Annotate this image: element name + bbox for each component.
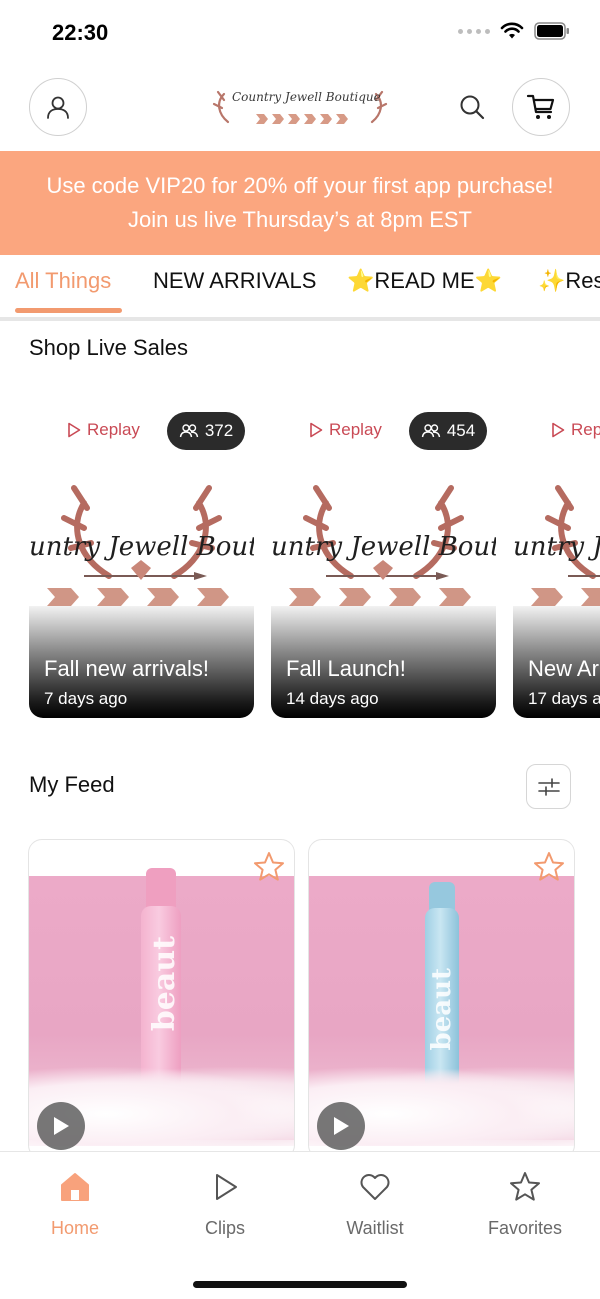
viewers-icon: [179, 424, 199, 438]
home-indicator[interactable]: [193, 1281, 407, 1288]
battery-icon: [534, 22, 569, 40]
nav-home[interactable]: Home: [15, 1170, 135, 1239]
live-card-title: Fall new arrivals!: [44, 656, 210, 681]
replay-label: Replay: [67, 420, 140, 440]
status-time: 22:30: [52, 20, 109, 45]
feed-item[interactable]: beaut: [308, 839, 575, 1159]
play-video-button[interactable]: [37, 1102, 85, 1150]
promo-line-2: Join us live Thursday’s at 8pm EST: [127, 207, 472, 232]
status-bar: 22:30: [0, 0, 600, 64]
live-card-date: 17 days ago: [528, 689, 600, 708]
home-icon: [61, 1173, 89, 1201]
cart-icon: [526, 94, 555, 119]
cart-button[interactable]: [512, 78, 570, 136]
search-icon: [460, 95, 485, 120]
brand-watermark: untry Jewell Boutiq: [513, 532, 600, 562]
play-outline-icon: [552, 422, 565, 438]
product-image[interactable]: beaut: [309, 876, 574, 1146]
live-sales-carousel[interactable]: Replay 372 untry Jewell Boutiq: [0, 400, 600, 720]
promo-banner[interactable]: Use code VIP20 for 20% off your first ap…: [0, 151, 600, 255]
sliders-icon: [537, 777, 560, 796]
play-video-button[interactable]: [317, 1102, 365, 1150]
play-icon: [54, 1117, 69, 1135]
tab-restock[interactable]: ✨Res: [538, 268, 600, 294]
wifi-icon: [500, 22, 524, 39]
play-icon: [334, 1117, 349, 1135]
product-brand-label: beaut: [427, 968, 457, 1051]
brand-watermark: untry Jewell Boutiq: [29, 532, 254, 562]
tab-new-arrivals[interactable]: NEW ARRIVALS: [153, 268, 316, 294]
play-icon: [216, 1174, 237, 1200]
signal-icon: [458, 28, 490, 34]
active-tab-indicator: [15, 308, 122, 313]
tab-read-me[interactable]: ⭐READ ME⭐: [347, 268, 502, 294]
app-header: Country Jewell Boutique: [0, 78, 600, 138]
bottom-nav: Home Clips Waitlist Favorites: [0, 1151, 600, 1299]
live-card-title: Fall Launch!: [286, 656, 406, 681]
brand-logo[interactable]: Country Jewell Boutique: [210, 84, 390, 132]
play-outline-icon: [68, 422, 81, 438]
category-tabs: All Things NEW ARRIVALS ⭐READ ME⭐ ✨Res: [0, 255, 600, 321]
viewers-icon: [421, 424, 441, 438]
nav-favorites[interactable]: Favorites: [465, 1170, 585, 1239]
logo-text: Country Jewell Boutique: [232, 90, 381, 104]
replay-label: Replay: [309, 420, 382, 440]
play-outline-icon: [310, 422, 323, 438]
filter-button[interactable]: [526, 764, 571, 809]
live-card[interactable]: Replay 454 untry Jewell Boutiq: [271, 400, 496, 718]
live-card-date: 7 days ago: [44, 689, 128, 708]
nav-clips[interactable]: Clips: [165, 1170, 285, 1239]
heart-icon: [360, 1174, 390, 1200]
viewer-count-badge: 454: [409, 412, 487, 450]
user-icon: [47, 96, 69, 119]
replay-label: Replay: [551, 420, 600, 440]
live-card[interactable]: Replay 372 untry Jewell Boutiq: [29, 400, 254, 718]
favorite-star-button[interactable]: [532, 850, 566, 884]
nav-waitlist[interactable]: Waitlist: [315, 1170, 435, 1239]
star-icon: [510, 1172, 540, 1201]
viewer-count-badge: 372: [167, 412, 245, 450]
product-brand-label: beaut: [147, 936, 182, 1032]
live-card-title: New Arrivals: [528, 656, 600, 681]
product-image[interactable]: beaut: [29, 868, 294, 1146]
profile-button[interactable]: [29, 78, 87, 136]
live-card-date: 14 days ago: [286, 689, 379, 708]
favorite-star-button[interactable]: [252, 850, 286, 884]
search-button[interactable]: [455, 90, 489, 124]
tab-all-things[interactable]: All Things: [15, 268, 111, 294]
status-icons: [458, 22, 570, 40]
promo-line-1: Use code VIP20 for 20% off your first ap…: [46, 173, 554, 198]
live-card[interactable]: Replay untry Jewell Boutiq New Arrivals …: [513, 400, 600, 718]
live-section-title: Shop Live Sales: [29, 335, 188, 360]
feed-section-title: My Feed: [29, 772, 115, 797]
brand-watermark: untry Jewell Boutiq: [271, 532, 496, 562]
feed-item[interactable]: beaut: [28, 839, 295, 1159]
